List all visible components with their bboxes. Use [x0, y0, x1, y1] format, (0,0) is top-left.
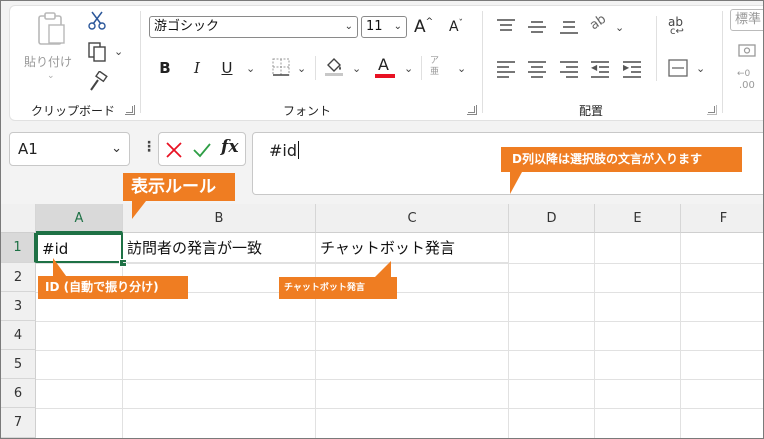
- font-group-label: フォント: [283, 104, 332, 118]
- cell-c1[interactable]: チャットボット発言: [316, 233, 509, 263]
- italic-button[interactable]: I: [188, 59, 206, 77]
- merge-dropdown-icon[interactable]: ⌄: [696, 62, 705, 75]
- alignment-launcher-icon[interactable]: [707, 105, 717, 115]
- align-bottom-icon[interactable]: [560, 19, 578, 34]
- number-format-select[interactable]: 標準: [730, 9, 763, 31]
- alignment-separator: [656, 16, 657, 81]
- font-name-select[interactable]: 游ゴシック ⌄: [149, 16, 358, 38]
- orientation-dropdown-icon[interactable]: ⌄: [615, 21, 624, 34]
- grow-font-button[interactable]: A^: [414, 17, 433, 37]
- merge-center-icon[interactable]: [668, 59, 688, 77]
- formula-value: #id: [269, 141, 298, 160]
- borders-icon[interactable]: [271, 57, 291, 77]
- paste-label: 貼り付け: [24, 55, 73, 69]
- chatbot-text: チャットボット発言: [284, 283, 365, 293]
- copy-icon[interactable]: [86, 41, 108, 63]
- borders-dropdown-icon[interactable]: ⌄: [297, 62, 306, 75]
- copy-dropdown-icon[interactable]: ⌄: [114, 45, 123, 58]
- d-column-pointer: [510, 172, 522, 194]
- cell-a1-value: #id: [42, 240, 69, 258]
- align-left-icon[interactable]: [497, 61, 515, 78]
- fill-color-dropdown-icon[interactable]: ⌄: [352, 62, 361, 75]
- worksheet-grid[interactable]: A B C D E F 1 2 3 4 5 6 7 #id 訪問者の発言が一致 …: [1, 204, 763, 438]
- decimal-icon: .00: [739, 80, 755, 91]
- ribbon-separator: [722, 11, 723, 113]
- number-format-value: 標準: [735, 12, 762, 27]
- display-rule-callout: 表示ルール: [123, 173, 235, 201]
- fill-color-icon[interactable]: [323, 55, 345, 77]
- bold-button[interactable]: B: [156, 59, 174, 77]
- id-auto-callout: ID (自動で振り分け): [38, 276, 188, 299]
- d-column-callout: D列以降は選択肢の文言が入ります: [501, 147, 742, 172]
- cell-a1[interactable]: #id: [36, 233, 123, 263]
- phonetic-guide-icon[interactable]: ア亜: [430, 56, 442, 78]
- font-separator: [421, 56, 422, 80]
- font-launcher-icon[interactable]: [467, 105, 477, 115]
- align-right-icon[interactable]: [560, 61, 578, 78]
- chevron-down-icon: ⌄: [393, 21, 402, 32]
- insert-function-icon[interactable]: fx: [221, 137, 238, 157]
- increase-indent-icon[interactable]: ▶: [623, 61, 641, 78]
- enter-check-icon[interactable]: [192, 141, 212, 159]
- align-middle-icon[interactable]: [528, 19, 546, 33]
- format-painter-icon[interactable]: [87, 71, 109, 93]
- cell-b1-value: 訪問者の発言が一致: [127, 239, 263, 257]
- name-box[interactable]: A1 ⌄: [9, 132, 130, 166]
- font-color-button[interactable]: A: [374, 55, 396, 79]
- formula-bar-grip-icon[interactable]: ⋮: [142, 139, 156, 155]
- font-color-icon: A: [378, 55, 389, 74]
- align-top-icon[interactable]: [497, 19, 515, 33]
- chevron-down-icon: ⌄: [344, 21, 353, 32]
- cut-scissors-icon[interactable]: [88, 10, 106, 30]
- formula-buttons: fx: [158, 132, 246, 166]
- font-size-value: 11: [366, 19, 383, 34]
- clipboard-launcher-icon[interactable]: [125, 105, 135, 115]
- increase-decimal-button[interactable]: ←0 .00: [735, 69, 763, 97]
- paste-button[interactable]: 貼り付け ⌄: [21, 11, 77, 89]
- underline-dropdown-icon[interactable]: ⌄: [246, 62, 255, 75]
- font-size-select[interactable]: 11 ⌄: [361, 16, 407, 38]
- clipboard-paste-icon: [38, 12, 65, 45]
- phonetic-dropdown-icon[interactable]: ⌄: [457, 62, 466, 75]
- wrap-text-button[interactable]: ab c↩: [668, 15, 690, 41]
- d-column-text: D列以降は選択肢の文言が入ります: [512, 152, 702, 166]
- ribbon: 貼り付け ⌄ ⌄ クリップボード 游ゴシック ⌄ 11 ⌄ A^ Aˇ B I …: [1, 1, 763, 127]
- name-box-value: A1: [18, 140, 38, 158]
- ribbon-separator: [482, 11, 483, 113]
- text-cursor: [298, 141, 300, 159]
- cell-c1-value: チャットボット発言: [320, 239, 455, 257]
- cancel-x-icon[interactable]: [165, 141, 183, 159]
- chevron-down-icon: ⌄: [111, 141, 122, 156]
- excel-window: 貼り付け ⌄ ⌄ クリップボード 游ゴシック ⌄ 11 ⌄ A^ Aˇ B I …: [0, 0, 764, 439]
- align-center-icon[interactable]: [528, 61, 546, 78]
- id-auto-text: ID (自動で振り分け): [45, 280, 159, 294]
- alignment-group-label: 配置: [579, 104, 604, 118]
- ribbon-separator: [140, 11, 141, 113]
- clipboard-group-label: クリップボード: [31, 104, 116, 118]
- display-rule-pointer: [132, 201, 146, 219]
- currency-format-icon[interactable]: [738, 43, 758, 59]
- shrink-font-button[interactable]: Aˇ: [447, 19, 465, 35]
- grow-font-icon: A: [414, 17, 426, 37]
- cell-b1[interactable]: 訪問者の発言が一致: [123, 233, 316, 263]
- font-name-value: 游ゴシック: [154, 19, 220, 34]
- decrease-indent-icon[interactable]: ◀: [591, 61, 609, 78]
- chatbot-callout: チャットボット発言: [279, 277, 397, 299]
- paste-dropdown-icon: ⌄: [47, 71, 55, 81]
- font-color-dropdown-icon[interactable]: ⌄: [404, 62, 413, 75]
- display-rule-text: 表示ルール: [131, 177, 216, 197]
- underline-button[interactable]: U: [218, 59, 236, 77]
- font-color-swatch: [375, 74, 395, 78]
- font-separator: [315, 56, 316, 80]
- shrink-font-icon: A: [448, 19, 459, 35]
